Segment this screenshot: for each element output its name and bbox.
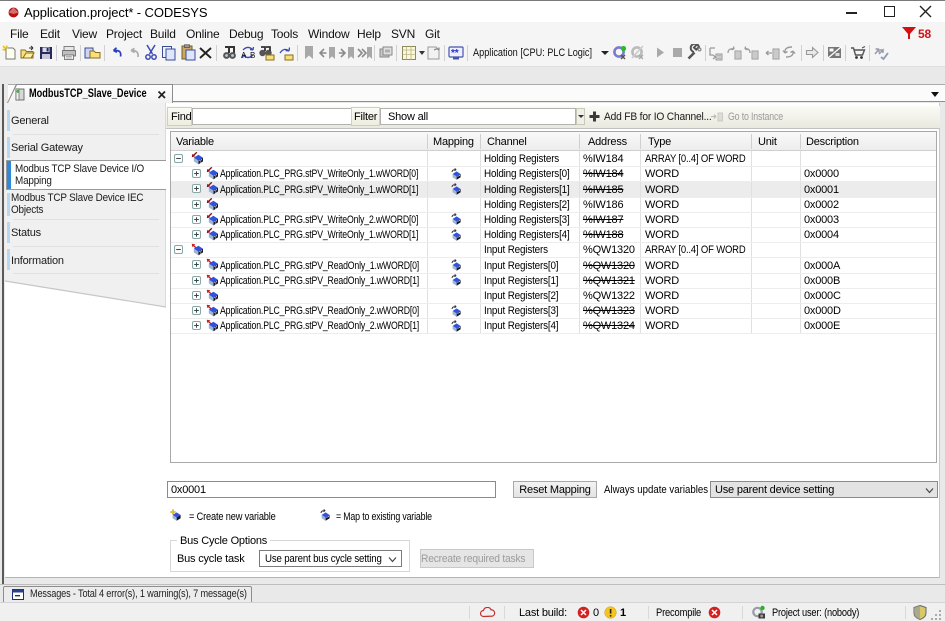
svg-text:**: ** [451, 48, 459, 59]
svg-text:A: A [241, 51, 247, 60]
svg-text:B: B [250, 51, 255, 60]
